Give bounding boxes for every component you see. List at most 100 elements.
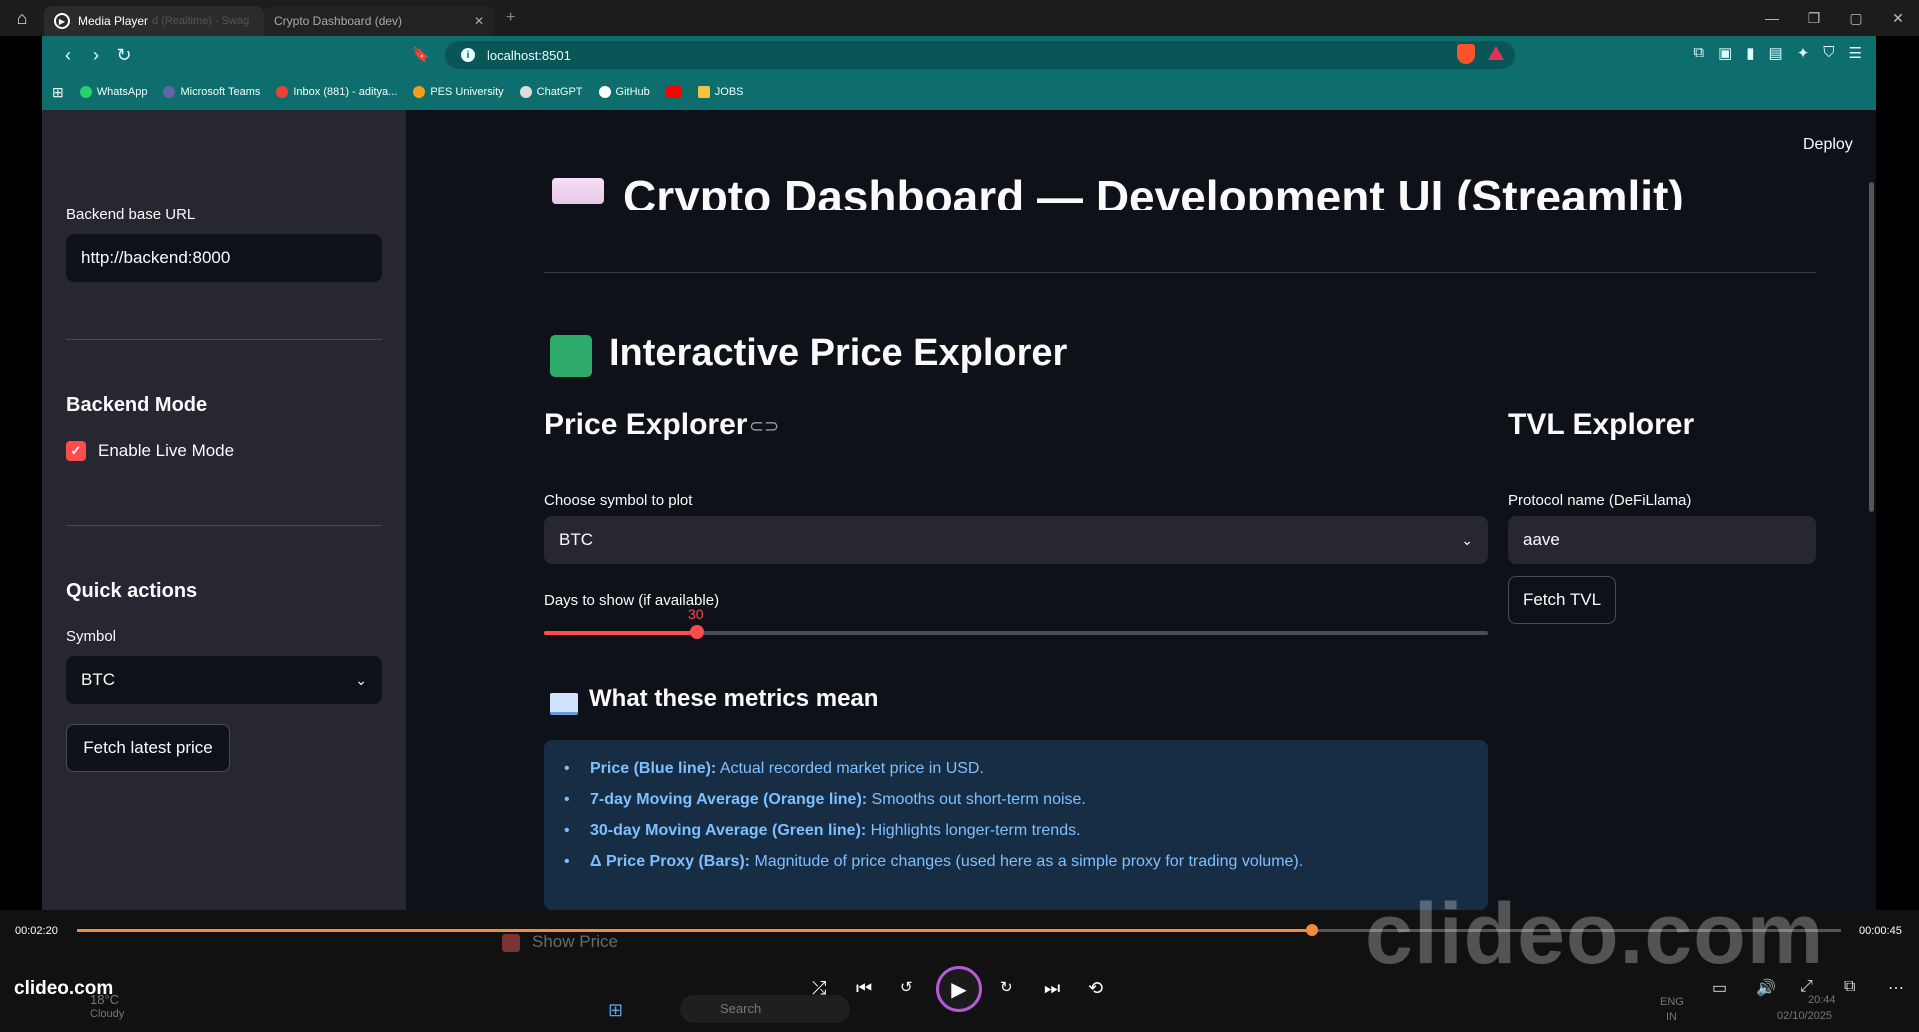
- days-slider-thumb[interactable]: [689, 625, 704, 639]
- current-time: 00:02:20: [15, 925, 58, 937]
- subtitles-icon[interactable]: ▭: [1712, 978, 1727, 998]
- language-indicator[interactable]: ENG: [1660, 996, 1684, 1008]
- brave-shield-icon[interactable]: [1457, 44, 1475, 64]
- bookmark-icon[interactable]: 🔖: [412, 46, 429, 63]
- chevron-down-icon: ⌄: [355, 671, 367, 688]
- metric-item: Price (Blue line): Actual recorded marke…: [564, 760, 1488, 778]
- home-icon[interactable]: ⌂: [0, 0, 44, 36]
- symbol-plot-select[interactable]: BTC ⌄: [544, 516, 1488, 564]
- taskbar-search[interactable]: Search: [680, 995, 850, 1023]
- forward-icon[interactable]: ›: [82, 45, 110, 66]
- restore-icon[interactable]: ❐: [1793, 0, 1835, 36]
- github-icon: [598, 86, 611, 98]
- tab-title: Media Player: [78, 14, 149, 28]
- screenshot-icon[interactable]: ▣: [1718, 44, 1732, 62]
- new-tab-icon[interactable]: +: [506, 9, 515, 27]
- live-mode-checkbox[interactable]: ✓: [66, 441, 86, 461]
- bookmark-jobs[interactable]: JOBS: [697, 86, 744, 98]
- apps-grid-icon[interactable]: ⊞: [52, 84, 64, 101]
- reload-icon[interactable]: ↻: [110, 45, 138, 66]
- next-icon[interactable]: ⏭: [1044, 978, 1060, 999]
- brave-rewards-icon[interactable]: [1488, 46, 1504, 60]
- clock-time[interactable]: 20:44: [1808, 994, 1836, 1006]
- bookmark-chatgpt[interactable]: ChatGPT: [519, 86, 583, 98]
- maximize-icon[interactable]: ▢: [1835, 0, 1877, 36]
- minimize-icon[interactable]: —: [1751, 0, 1793, 36]
- page-title: Crypto Dashboard — Development UI (Strea…: [623, 171, 1684, 210]
- protocol-value: aave: [1523, 530, 1560, 549]
- media-player-titlebar: ⌂ ▶ Media Player d (Realtime) - Swag Cry…: [0, 0, 1919, 36]
- days-slider[interactable]: [544, 625, 1488, 639]
- main-content: Deploy ⋮ Crypto Dashboard — Development …: [406, 110, 1876, 910]
- backend-mode-heading: Backend Mode: [66, 394, 208, 416]
- site-info-icon[interactable]: i: [461, 48, 475, 62]
- metric-item: 7-day Moving Average (Orange line): Smoo…: [564, 791, 1488, 809]
- symbol-select-value: BTC: [81, 670, 115, 689]
- whatsapp-icon: [79, 86, 92, 98]
- chatgpt-icon: [519, 86, 532, 98]
- rewind-10-icon[interactable]: ↺: [900, 978, 913, 996]
- protocol-input[interactable]: aave: [1508, 516, 1816, 564]
- weather-temp: 18°C: [90, 992, 120, 1007]
- section-title: Interactive Price Explorer: [609, 332, 1068, 374]
- link-icon[interactable]: ⊂⊃: [749, 416, 779, 437]
- play-circle-icon: ▶: [54, 13, 70, 29]
- gmail-icon: [276, 86, 289, 98]
- tab-faded-title: d (Realtime) - Swag: [152, 15, 250, 27]
- bookmark-youtube[interactable]: [665, 86, 682, 98]
- metric-item: 30-day Moving Average (Green line): High…: [564, 822, 1488, 840]
- tab-media-player[interactable]: ▶ Media Player d (Realtime) - Swag: [44, 6, 264, 36]
- windows-start-icon[interactable]: ⊞: [608, 1000, 623, 1021]
- symbol-plot-value: BTC: [559, 530, 593, 549]
- extensions-icon[interactable]: ⧉: [1693, 44, 1704, 62]
- browser-chrome: ‹ › ↻ 🔖 i localhost:8501 ⧉ ▣ ▮ ▤ ✦ ⛉ ☰ ⊞…: [42, 36, 1876, 110]
- close-icon[interactable]: ✕: [474, 14, 484, 28]
- metric-item: Δ Price Proxy (Bars): Magnitude of price…: [564, 853, 1488, 871]
- title-divider: [544, 272, 1816, 273]
- repeat-icon[interactable]: ⟲: [1088, 978, 1103, 999]
- bookmark-github[interactable]: GitHub: [598, 86, 650, 98]
- bookmark-gmail[interactable]: Inbox (881) - aditya...: [276, 86, 397, 98]
- live-mode-label[interactable]: Enable Live Mode: [98, 441, 234, 461]
- chevron-down-icon: ⌄: [1461, 531, 1473, 548]
- progress-thumb[interactable]: [1305, 924, 1318, 936]
- more-options-icon[interactable]: ⋯: [1888, 978, 1904, 998]
- progress-fill: [77, 929, 1312, 932]
- menu-icon[interactable]: ☰: [1849, 44, 1862, 62]
- previous-icon[interactable]: ⏮: [856, 978, 872, 999]
- protocol-label: Protocol name (DeFiLlama): [1508, 492, 1692, 509]
- tab-crypto-dashboard[interactable]: Crypto Dashboard (dev) ✕: [264, 6, 494, 36]
- volume-icon[interactable]: 🔊: [1756, 978, 1776, 998]
- fetch-latest-price-button[interactable]: Fetch latest price: [66, 724, 230, 772]
- tvl-explorer-heading: TVL Explorer: [1508, 408, 1695, 441]
- show-price-checkbox[interactable]: [502, 934, 520, 952]
- chart-emoji-icon: [552, 178, 604, 204]
- metrics-heading: What these metrics mean: [589, 685, 879, 712]
- fetch-tvl-button[interactable]: Fetch TVL: [1508, 576, 1616, 624]
- days-slider-value: 30: [688, 606, 704, 622]
- symbol-select[interactable]: BTC ⌄: [66, 656, 382, 704]
- book-icon: [550, 693, 578, 715]
- pes-icon: [413, 86, 426, 98]
- backend-url-input[interactable]: http://backend:8000: [66, 234, 382, 282]
- bookmarks-bar: ⊞ WhatsApp Microsoft Teams Inbox (881) -…: [42, 74, 1876, 110]
- close-window-icon[interactable]: ✕: [1877, 0, 1919, 36]
- bookmark-teams[interactable]: Microsoft Teams: [163, 86, 260, 98]
- clock-date: 02/10/2025: [1777, 1010, 1833, 1022]
- back-icon[interactable]: ‹: [54, 45, 82, 66]
- address-bar[interactable]: i localhost:8501: [445, 41, 1515, 69]
- leo-ai-icon[interactable]: ✦: [1797, 44, 1810, 62]
- bookmark-whatsapp[interactable]: WhatsApp: [79, 86, 147, 98]
- weather-desc: Cloudy: [90, 1008, 125, 1020]
- forward-30-icon[interactable]: ↻: [1000, 978, 1013, 996]
- bookmark-pes[interactable]: PES University: [413, 86, 504, 98]
- backend-url-label: Backend base URL: [66, 206, 196, 223]
- miniplayer-icon[interactable]: ⧉: [1844, 978, 1855, 996]
- vpn-icon[interactable]: ⛉: [1823, 44, 1834, 62]
- metrics-info-box: Price (Blue line): Actual recorded marke…: [544, 740, 1488, 910]
- watermark: clideo.com: [1365, 886, 1825, 982]
- sidebar-toggle-icon[interactable]: ▮: [1746, 44, 1754, 62]
- scrollbar[interactable]: [1869, 182, 1874, 512]
- wallet-icon[interactable]: ▤: [1769, 44, 1783, 62]
- play-button[interactable]: ▶: [936, 966, 982, 1012]
